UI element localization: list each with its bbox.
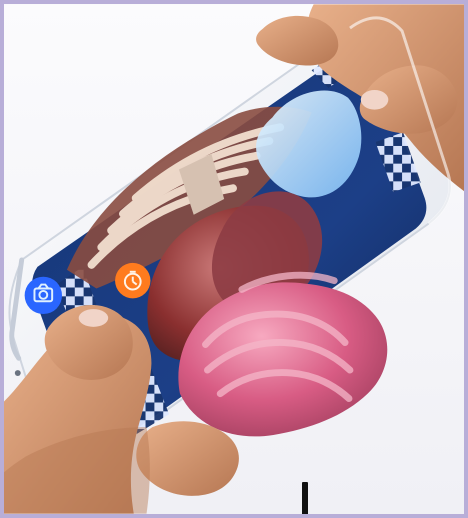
right-thumbnail: [360, 89, 389, 110]
phone-photo: [4, 4, 464, 514]
camera-button[interactable]: [24, 276, 62, 315]
photo-scene: [4, 4, 464, 514]
photo-frame: [0, 0, 468, 518]
left-thumbnail: [78, 309, 109, 327]
bottom-mark: [302, 482, 308, 514]
front-camera: [14, 370, 21, 376]
